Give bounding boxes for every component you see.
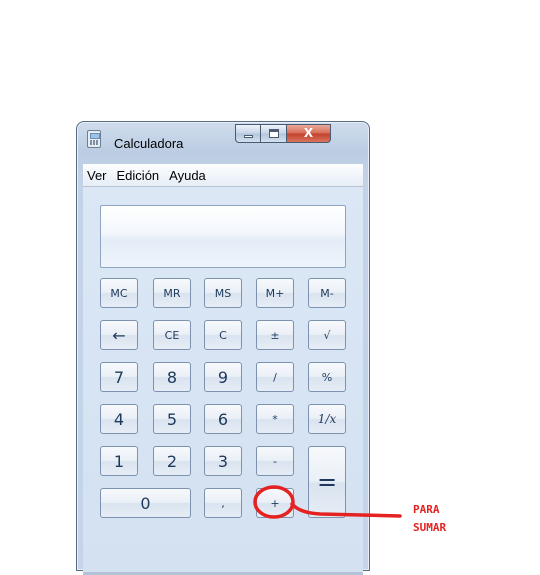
annotation-line1: PARA [413, 503, 440, 516]
annotation-circle [253, 485, 295, 519]
annotation-drawing [253, 485, 402, 519]
annotation-label: PARA SUMAR [413, 501, 446, 537]
annotation-line [290, 502, 402, 518]
annotation-line2: SUMAR [413, 521, 447, 534]
